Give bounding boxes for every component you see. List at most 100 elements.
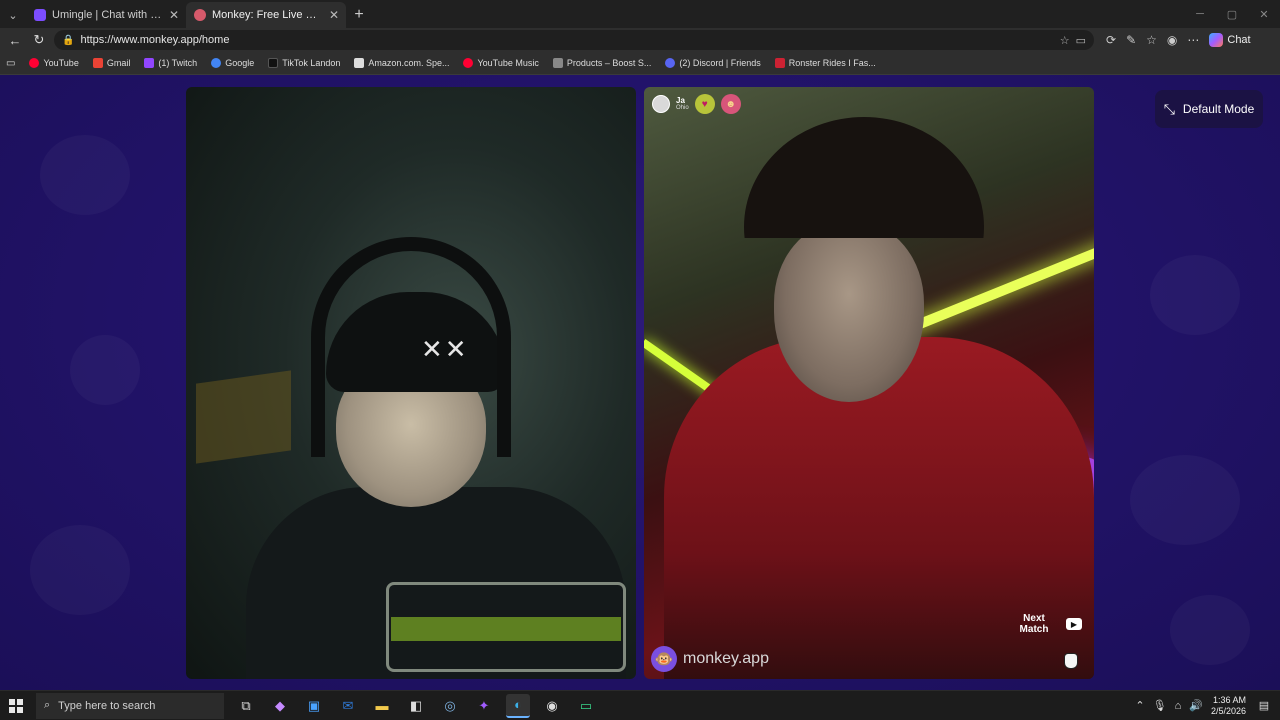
bookmark-gmail[interactable]: Gmail [92, 58, 131, 68]
youtube-music-icon [463, 58, 474, 68]
shirt-print-band [391, 617, 621, 641]
close-window-icon[interactable]: ✕ [1248, 0, 1280, 28]
headphones [311, 237, 511, 457]
bookmark-youtube[interactable]: YouTube [29, 58, 79, 68]
back-arrow-icon[interactable]: ← [6, 31, 24, 49]
file-explorer-icon[interactable]: ▬ [370, 694, 394, 718]
bookmark-label: Google [225, 58, 255, 68]
bookmark-products[interactable]: Products – Boost S... [552, 58, 651, 68]
monkey-logo-icon: 🐵 [651, 646, 677, 672]
extensions-icon[interactable]: ✎ [1126, 33, 1136, 47]
document-icon [552, 58, 563, 68]
bookmark-amazon[interactable]: Amazon.com. Spe... [354, 58, 449, 68]
profile-avatar-icon[interactable]: ◉ [1167, 33, 1177, 47]
obs-icon[interactable]: ◉ [540, 694, 564, 718]
volume-icon[interactable]: 🔊 [1189, 699, 1203, 712]
tab-umingle[interactable]: Umingle | Chat with Strangers Inst ✕ [26, 2, 186, 28]
bookmark-twitch[interactable]: (1) Twitch [144, 58, 197, 68]
refresh-icon[interactable]: ↻ [30, 31, 48, 49]
tab-actions-chevron-icon[interactable]: ⌄ [0, 2, 26, 28]
terminal-icon[interactable]: ▭ [574, 694, 598, 718]
tiktok-icon [268, 58, 279, 68]
amazon-icon [354, 58, 365, 68]
heart-icon[interactable]: ♥ [694, 94, 715, 114]
chat-label: Chat [1227, 34, 1251, 46]
show-hidden-icons-icon[interactable]: ⌃ [1135, 699, 1144, 712]
toolbar-icons: ⟳ ✎ ☆ ◉ ⋯ [1106, 33, 1199, 47]
new-tab-button[interactable]: + [346, 2, 372, 28]
refresh-extension-icon[interactable]: ⟳ [1106, 33, 1116, 47]
search-placeholder: Type here to search [58, 699, 156, 712]
gmail-icon [92, 58, 103, 68]
default-mode-label: Default Mode [1182, 102, 1255, 116]
brand-text: monkey.app [683, 650, 769, 667]
collapse-icon: ⤡ [1163, 100, 1175, 117]
window-controls: ─ ▢ ✕ [1184, 0, 1280, 28]
more-menu-icon[interactable]: ⋯ [1187, 33, 1199, 47]
favorites-icon[interactable]: ☆ [1146, 33, 1157, 47]
search-icon: ⌕ [44, 699, 51, 711]
next-match-label[interactable]: Next Match [1014, 613, 1054, 635]
bookmark-label: TikTok Landon [282, 58, 341, 68]
discord-icon [665, 58, 676, 68]
sidebar-toggle-icon[interactable]: ▭ [6, 58, 15, 69]
remote-user-badge[interactable]: Ja Ohio ♥ ☻ [652, 94, 741, 114]
url-text[interactable]: https://www.monkey.app/home [80, 34, 229, 46]
twitch-icon [144, 58, 155, 68]
system-tray: ⌃ 🎙 ⌂ 🔊 1:36 AM 2/5/2026 ▤ [1135, 695, 1274, 717]
task-view-icon[interactable]: ⧉ [234, 694, 258, 718]
address-bar[interactable]: 🔒 https://www.monkey.app/home ☆ ▭ [54, 30, 1094, 50]
monkey-favicon-icon [194, 9, 206, 21]
next-match-control[interactable]: Next Match ▶ [1014, 613, 1082, 635]
copilot-chat-button[interactable]: Chat [1209, 33, 1251, 47]
edge-icon[interactable]: ◐ [506, 693, 530, 718]
ronster-icon [774, 58, 785, 68]
close-tab-icon[interactable]: ✕ [168, 8, 180, 22]
bookmark-discord[interactable]: (2) Discord | Friends [665, 58, 761, 68]
bookmark-label: Amazon.com. Spe... [368, 58, 450, 68]
tab-title: Umingle | Chat with Strangers Inst [52, 9, 162, 21]
avatar[interactable] [652, 95, 670, 113]
bookmark-label: YouTube Music [477, 58, 539, 68]
decorative-blob [30, 525, 130, 615]
epic-games-icon[interactable]: ◧ [404, 694, 428, 718]
bookmark-label: (1) Twitch [158, 58, 198, 68]
lock-icon[interactable]: 🔒 [62, 35, 74, 46]
remote-user-location: Ohio [676, 105, 689, 111]
microphone-icon[interactable]: 🎙 [1153, 699, 1167, 712]
network-icon[interactable]: ⌂ [1175, 700, 1182, 712]
close-tab-icon[interactable]: ✕ [328, 8, 340, 22]
favorite-star-icon[interactable]: ☆ [1060, 34, 1070, 47]
copilot-taskbar-icon[interactable]: ◆ [268, 694, 292, 718]
outlook-icon[interactable]: ✉ [336, 694, 360, 718]
bookmark-google[interactable]: Google [211, 58, 254, 68]
umingle-favicon-icon [34, 9, 46, 21]
bookmark-ronster[interactable]: Ronster Rides I Fas... [774, 58, 876, 68]
play-next-icon[interactable]: ▶ [1066, 618, 1082, 630]
bookmark-tiktok[interactable]: TikTok Landon [268, 58, 340, 68]
decorative-blob [1170, 595, 1250, 665]
store-icon[interactable]: ▣ [302, 694, 326, 718]
bookmark-label: Ronster Rides I Fas... [788, 58, 876, 68]
remote-user-info: Ja Ohio [676, 97, 689, 112]
tab-monkey[interactable]: Monkey: Free Live Video Chat ✕ [186, 2, 346, 28]
decorative-blob [1130, 455, 1240, 545]
copilot-app-icon[interactable]: ✦ [472, 694, 496, 718]
remote-face [774, 222, 924, 402]
steam-icon[interactable]: ◎ [438, 694, 462, 718]
monkey-gift-icon[interactable]: ☻ [720, 94, 741, 114]
background-shelf [196, 370, 291, 464]
split-screen-icon[interactable]: ▭ [1076, 34, 1086, 47]
bookmark-label: (2) Discord | Friends [679, 58, 761, 68]
bookmark-label: Gmail [106, 58, 131, 68]
self-video-feed: ✕✕ [186, 87, 636, 679]
clock[interactable]: 1:36 AM 2/5/2026 [1211, 695, 1246, 717]
default-mode-button[interactable]: ⤡ Default Mode [1155, 90, 1263, 128]
beanie-x-logo-icon: ✕✕ [421, 335, 469, 365]
windows-start-icon[interactable] [6, 696, 26, 716]
taskbar-search-box[interactable]: ⌕ Type here to search [36, 692, 224, 719]
maximize-icon[interactable]: ▢ [1216, 0, 1248, 28]
minimize-icon[interactable]: ─ [1184, 0, 1216, 28]
bookmark-youtube-music[interactable]: YouTube Music [463, 58, 539, 68]
notification-icon[interactable]: ▤ [1254, 696, 1274, 716]
